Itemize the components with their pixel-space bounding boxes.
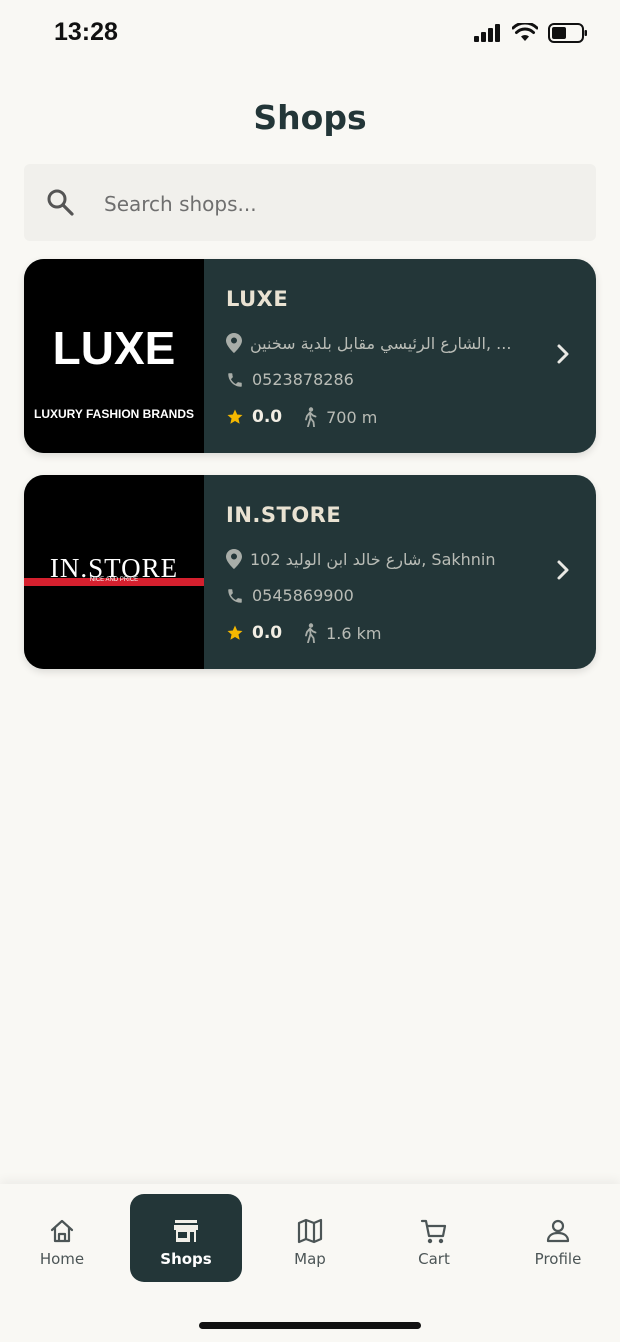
store-icon xyxy=(174,1220,198,1242)
shop-logo-luxe: LUXE LUXURY FASHION BRANDS xyxy=(24,259,204,453)
shop-phone: 0545869900 xyxy=(252,586,354,605)
phone-icon xyxy=(228,588,242,603)
logo-subtitle: NICE AND PRICE xyxy=(89,577,139,583)
person-icon xyxy=(546,1219,570,1243)
meta-row: 0.0 1.6 km xyxy=(226,623,382,643)
shop-address: الشارع الرئيسي مقابل بلدية سخنين, ... xyxy=(250,333,512,353)
shop-name: IN.STORE xyxy=(226,503,342,527)
nav-label: Shops xyxy=(160,1250,212,1268)
nav-item-home[interactable]: Home xyxy=(6,1194,118,1282)
logo-subtitle: LUXURY FASHION BRANDS xyxy=(33,407,194,421)
nav-label: Map xyxy=(294,1250,326,1268)
shop-distance: 700 m xyxy=(326,407,378,427)
shop-info: LUXE الشارع الرئيسي مقابل بلدية سخنين, .… xyxy=(204,259,596,453)
nav-item-cart[interactable]: Cart xyxy=(378,1194,490,1282)
location-pin-icon xyxy=(226,549,242,569)
meta-row: 0.0 700 m xyxy=(226,407,377,427)
search-bar[interactable] xyxy=(24,164,596,243)
status-bar: 13:28 xyxy=(0,0,620,70)
page-title: Shops xyxy=(253,98,367,137)
phone-icon xyxy=(228,372,242,387)
shop-distance: 1.6 km xyxy=(326,623,382,643)
bottom-nav: Home Shops Map Cart Profile xyxy=(0,1184,620,1342)
nav-label: Home xyxy=(39,1250,85,1268)
status-time: 13:28 xyxy=(54,18,118,46)
walking-icon xyxy=(305,623,317,643)
shop-name: LUXE xyxy=(226,287,289,311)
star-icon xyxy=(227,625,243,640)
cart-icon xyxy=(420,1219,447,1244)
shop-rating: 0.0 xyxy=(252,407,283,427)
map-icon xyxy=(297,1218,323,1244)
nav-item-profile[interactable]: Profile xyxy=(502,1194,614,1282)
chevron-right-icon[interactable] xyxy=(556,559,570,581)
shop-card-luxe[interactable]: LUXE LUXURY FASHION BRANDS LUXE الشارع ا… xyxy=(24,259,596,453)
shop-rating: 0.0 xyxy=(252,623,283,643)
location-pin-icon xyxy=(226,333,242,353)
nav-label: Profile xyxy=(534,1250,582,1268)
address-row: الشارع الرئيسي مقابل بلدية سخنين, ... xyxy=(226,333,511,353)
shop-phone: 0523878286 xyxy=(252,370,354,389)
address-row: 102 شارع خالد ابن الوليد, Sakhnin xyxy=(226,549,496,569)
chevron-right-icon[interactable] xyxy=(556,343,570,365)
nav-item-shops[interactable]: Shops xyxy=(130,1194,242,1282)
phone-row: 0545869900 xyxy=(226,586,354,605)
signal-icon xyxy=(474,24,500,42)
shop-card-instore[interactable]: IN.STORE NICE AND PRICE IN.STORE 102 شار… xyxy=(24,475,596,669)
shop-address: 102 شارع خالد ابن الوليد, Sakhnin xyxy=(250,549,496,569)
status-icons xyxy=(474,23,588,43)
wifi-icon xyxy=(512,23,538,41)
logo-title: LUXE xyxy=(52,322,176,374)
walking-icon xyxy=(305,407,317,427)
search-input[interactable] xyxy=(102,164,576,243)
search-icon xyxy=(47,189,74,216)
shop-logo-instore: IN.STORE NICE AND PRICE xyxy=(24,475,204,669)
phone-row: 0523878286 xyxy=(226,370,354,389)
home-indicator[interactable] xyxy=(199,1322,421,1329)
star-icon xyxy=(227,409,243,424)
home-icon xyxy=(50,1219,74,1243)
shop-info: IN.STORE 102 شارع خالد ابن الوليد, Sakhn… xyxy=(204,475,596,669)
battery-icon xyxy=(548,23,587,43)
nav-item-map[interactable]: Map xyxy=(254,1194,366,1282)
nav-label: Cart xyxy=(418,1250,450,1268)
